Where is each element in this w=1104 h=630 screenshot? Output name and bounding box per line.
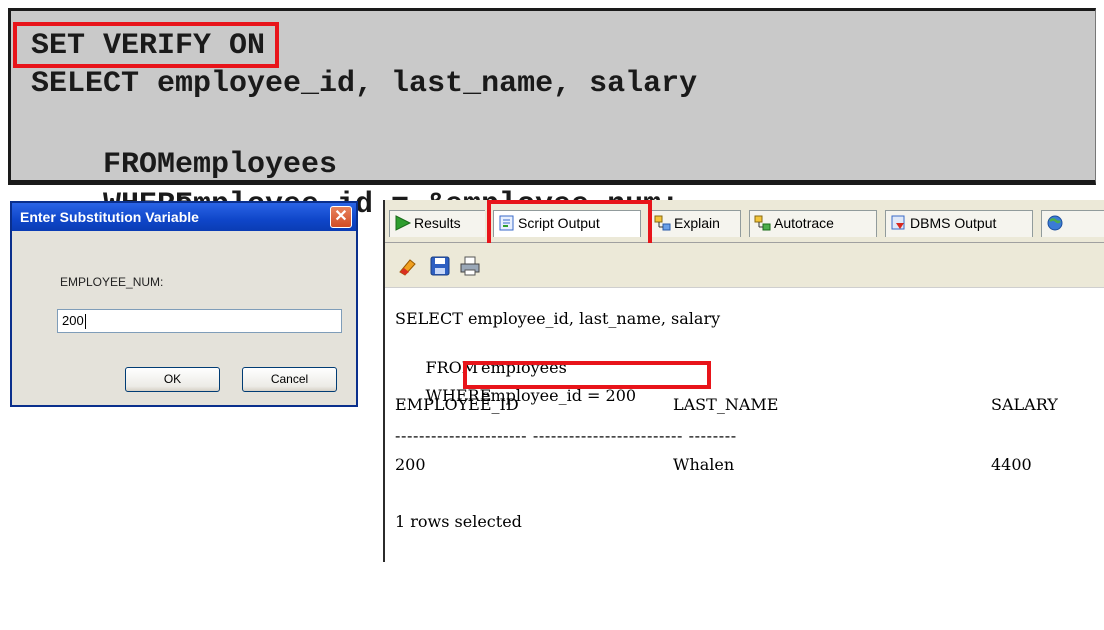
dialog-title: Enter Substitution Variable bbox=[12, 203, 356, 231]
tab-strip: Results Script Output Explain Autotrace … bbox=[385, 200, 1104, 250]
rows-selected-footer: 1 rows selected bbox=[395, 512, 522, 531]
autotrace-icon bbox=[754, 215, 771, 231]
variable-label: EMPLOYEE_NUM: bbox=[60, 275, 164, 289]
tab-autotrace-label: Autotrace bbox=[774, 215, 834, 231]
output-toolbar bbox=[385, 243, 1104, 288]
tab-results-label: Results bbox=[414, 215, 461, 231]
globe-icon bbox=[1047, 215, 1063, 231]
text-caret bbox=[84, 314, 86, 330]
column-separator: ---------------------- -----------------… bbox=[395, 426, 737, 445]
script-output-area: SELECT employee_id, last_name, salary FR… bbox=[385, 288, 1104, 562]
code-from-table: employees bbox=[175, 148, 338, 182]
tab-dbms-output[interactable]: DBMS Output bbox=[885, 210, 1033, 237]
column-header-employee-id: EMPLOYEE_ID bbox=[395, 395, 519, 414]
output-line-from: FROM employees bbox=[395, 335, 567, 377]
play-icon bbox=[395, 215, 412, 231]
eraser-icon[interactable] bbox=[397, 255, 419, 277]
variable-value-text: 200 bbox=[62, 313, 84, 328]
output-line-select: SELECT employee_id, last_name, salary bbox=[395, 309, 721, 328]
tab-autotrace[interactable]: Autotrace bbox=[749, 210, 877, 237]
cell-employee-id: 200 bbox=[395, 455, 426, 474]
explain-icon bbox=[654, 215, 671, 231]
tab-overflow[interactable] bbox=[1041, 210, 1104, 237]
where-clause-highlight bbox=[463, 361, 711, 389]
close-icon[interactable]: ✕ bbox=[330, 206, 352, 228]
set-verify-highlight bbox=[13, 22, 279, 68]
ok-button[interactable]: OK bbox=[125, 367, 220, 392]
tab-dbms-output-label: DBMS Output bbox=[910, 215, 997, 231]
code-line-select: SELECT employee_id, last_name, salary bbox=[31, 67, 698, 101]
code-line-where: WHEREemployee_id = &employee_num; bbox=[31, 145, 679, 222]
variable-value-input[interactable]: 200 bbox=[57, 309, 342, 333]
output-panel: Results Script Output Explain Autotrace … bbox=[383, 200, 1104, 562]
cancel-button[interactable]: Cancel bbox=[242, 367, 337, 392]
tab-explain-label: Explain bbox=[674, 215, 720, 231]
dbms-output-icon bbox=[891, 215, 905, 230]
code-line-from: FROM employees bbox=[31, 105, 337, 182]
tab-results[interactable]: Results bbox=[389, 210, 485, 237]
substitution-dialog: Enter Substitution Variable ✕ EMPLOYEE_N… bbox=[10, 201, 358, 407]
column-header-last-name: LAST_NAME bbox=[673, 395, 779, 414]
print-icon[interactable] bbox=[459, 255, 481, 277]
cell-salary: 4400 bbox=[991, 455, 1032, 474]
sql-code-block: SET VERIFY ON SELECT employee_id, last_n… bbox=[8, 8, 1096, 222]
cell-last-name: Whalen bbox=[673, 455, 735, 474]
tab-explain[interactable]: Explain bbox=[649, 210, 741, 237]
column-header-salary: SALARY bbox=[991, 395, 1058, 414]
save-icon[interactable] bbox=[429, 255, 451, 277]
